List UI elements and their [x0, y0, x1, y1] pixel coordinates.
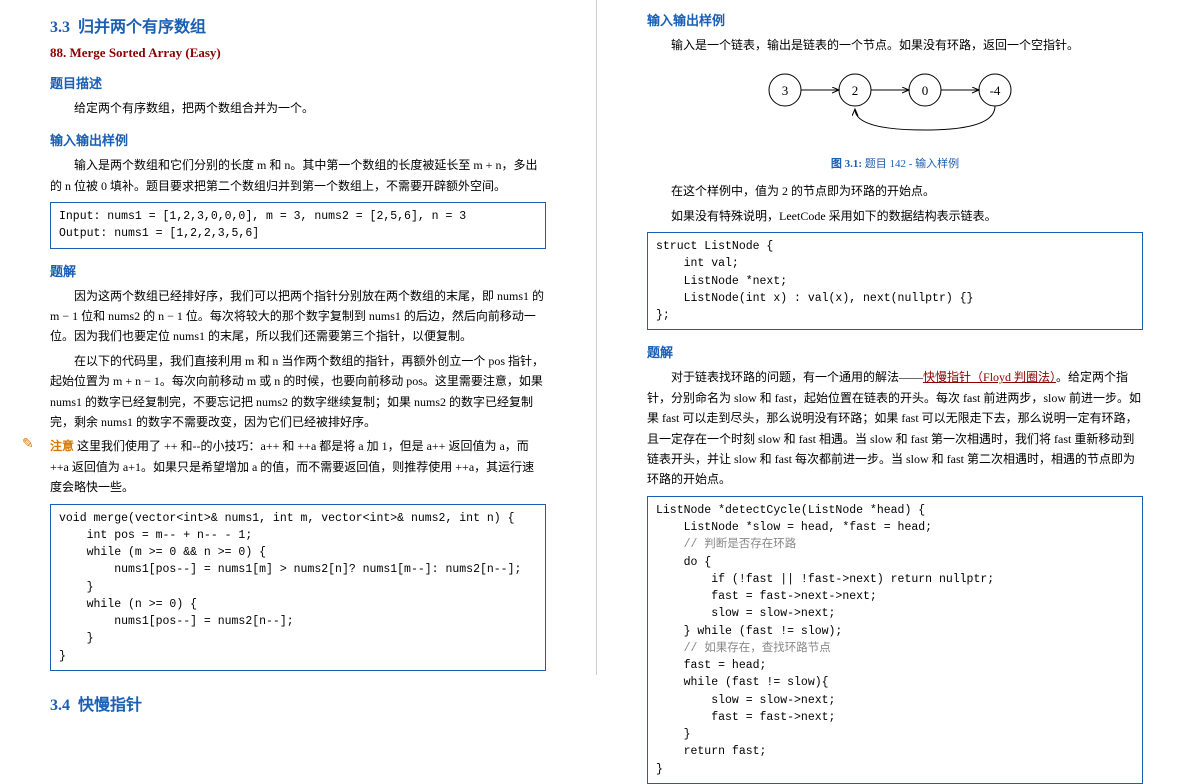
solution-para-3-warning: 注意 这里我们使用了 ++ 和--的小技巧：a++ 和 ++a 都是将 a 加 … — [50, 436, 546, 497]
floyd-link[interactable]: 快慢指针（Floyd 判圈法） — [923, 370, 1056, 384]
right-page: 输入输出样例 输入是一个链表，输出是链表的一个节点。如果没有环路，返回一个空指针… — [597, 0, 1193, 675]
problem-heading: 88. Merge Sorted Array (Easy) — [50, 45, 546, 61]
warning-margin-icon: ✎ — [22, 436, 34, 453]
figure-caption: 图 3.1: 题目 142 - 输入样例 — [647, 155, 1143, 171]
two-page-spread: 3.3 归并两个有序数组 88. Merge Sorted Array (Eas… — [0, 0, 1193, 675]
linked-list-figure: 3 2 0 -4 图 3.1: 题目 142 - 输入样例 — [647, 65, 1143, 171]
detect-cycle-code-block: ListNode *detectCycle(ListNode *head) { … — [647, 496, 1143, 784]
warning-label: 注意 — [50, 439, 74, 453]
io-code-block: Input: nums1 = [1,2,3,0,0,0], m = 3, num… — [50, 202, 546, 249]
subheading-io: 输入输出样例 — [50, 130, 546, 149]
solution-para-2: 在以下的代码里，我们直接利用 m 和 n 当作两个数组的指针，再额外创立一个 p… — [50, 351, 546, 433]
node-3-text: -4 — [990, 83, 1001, 98]
section2-title: 快慢指针 — [78, 697, 142, 714]
node-0-text: 3 — [782, 83, 789, 98]
section-number: 3.3 — [50, 19, 70, 36]
solution-right-para: 对于链表找环路的问题，有一个通用的解法——快慢指针（Floyd 判圈法）。给定两… — [647, 367, 1143, 489]
section-heading-2: 3.4 快慢指针 — [50, 691, 546, 715]
figure-caption-text: 题目 142 - 输入样例 — [862, 158, 959, 170]
subheading-io-right: 输入输出样例 — [647, 10, 1143, 29]
warning-text: 这里我们使用了 ++ 和--的小技巧：a++ 和 ++a 都是将 a 加 1，但… — [50, 439, 534, 494]
subheading-solution: 题解 — [50, 261, 546, 280]
io-text-2: 在这个样例中，值为 2 的节点即为环路的开始点。 — [647, 181, 1143, 201]
sol-text-a: 对于链表找环路的问题，有一个通用的解法—— — [671, 370, 923, 384]
node-2-text: 0 — [922, 83, 929, 98]
io-text-3: 如果没有特殊说明，LeetCode 采用如下的数据结构表示链表。 — [647, 206, 1143, 226]
merge-code-text: void merge(vector<int>& nums1, int m, ve… — [59, 512, 521, 663]
sol-text-b: 。给定两个指针，分别命名为 slow 和 fast，起始位置在链表的开头。每次 … — [647, 370, 1141, 486]
io-text: 输入是两个数组和它们分别的长度 m 和 n。其中第一个数组的长度被延长至 m +… — [50, 155, 546, 196]
problem-number: 88. — [50, 45, 66, 60]
linked-list-svg: 3 2 0 -4 — [745, 65, 1045, 145]
description-text: 给定两个有序数组，把两个数组合并为一个。 — [50, 98, 546, 118]
subheading-solution-right: 题解 — [647, 342, 1143, 361]
section-heading: 3.3 归并两个有序数组 — [50, 13, 546, 37]
figure-caption-prefix: 图 3.1: — [831, 158, 862, 170]
node-1-text: 2 — [852, 83, 859, 98]
subheading-description: 题目描述 — [50, 73, 546, 92]
solution-para-1: 因为这两个数组已经排好序，我们可以把两个指针分别放在两个数组的末尾，即 nums… — [50, 286, 546, 347]
struct-code-block: struct ListNode { int val; ListNode *nex… — [647, 232, 1143, 330]
section2-number: 3.4 — [50, 697, 70, 714]
section-title: 归并两个有序数组 — [78, 19, 206, 36]
merge-code-block: void merge(vector<int>& nums1, int m, ve… — [50, 504, 546, 671]
problem-title: Merge Sorted Array (Easy) — [70, 45, 221, 60]
io-text-right: 输入是一个链表，输出是链表的一个节点。如果没有环路，返回一个空指针。 — [647, 35, 1143, 55]
left-page: 3.3 归并两个有序数组 88. Merge Sorted Array (Eas… — [0, 0, 597, 675]
